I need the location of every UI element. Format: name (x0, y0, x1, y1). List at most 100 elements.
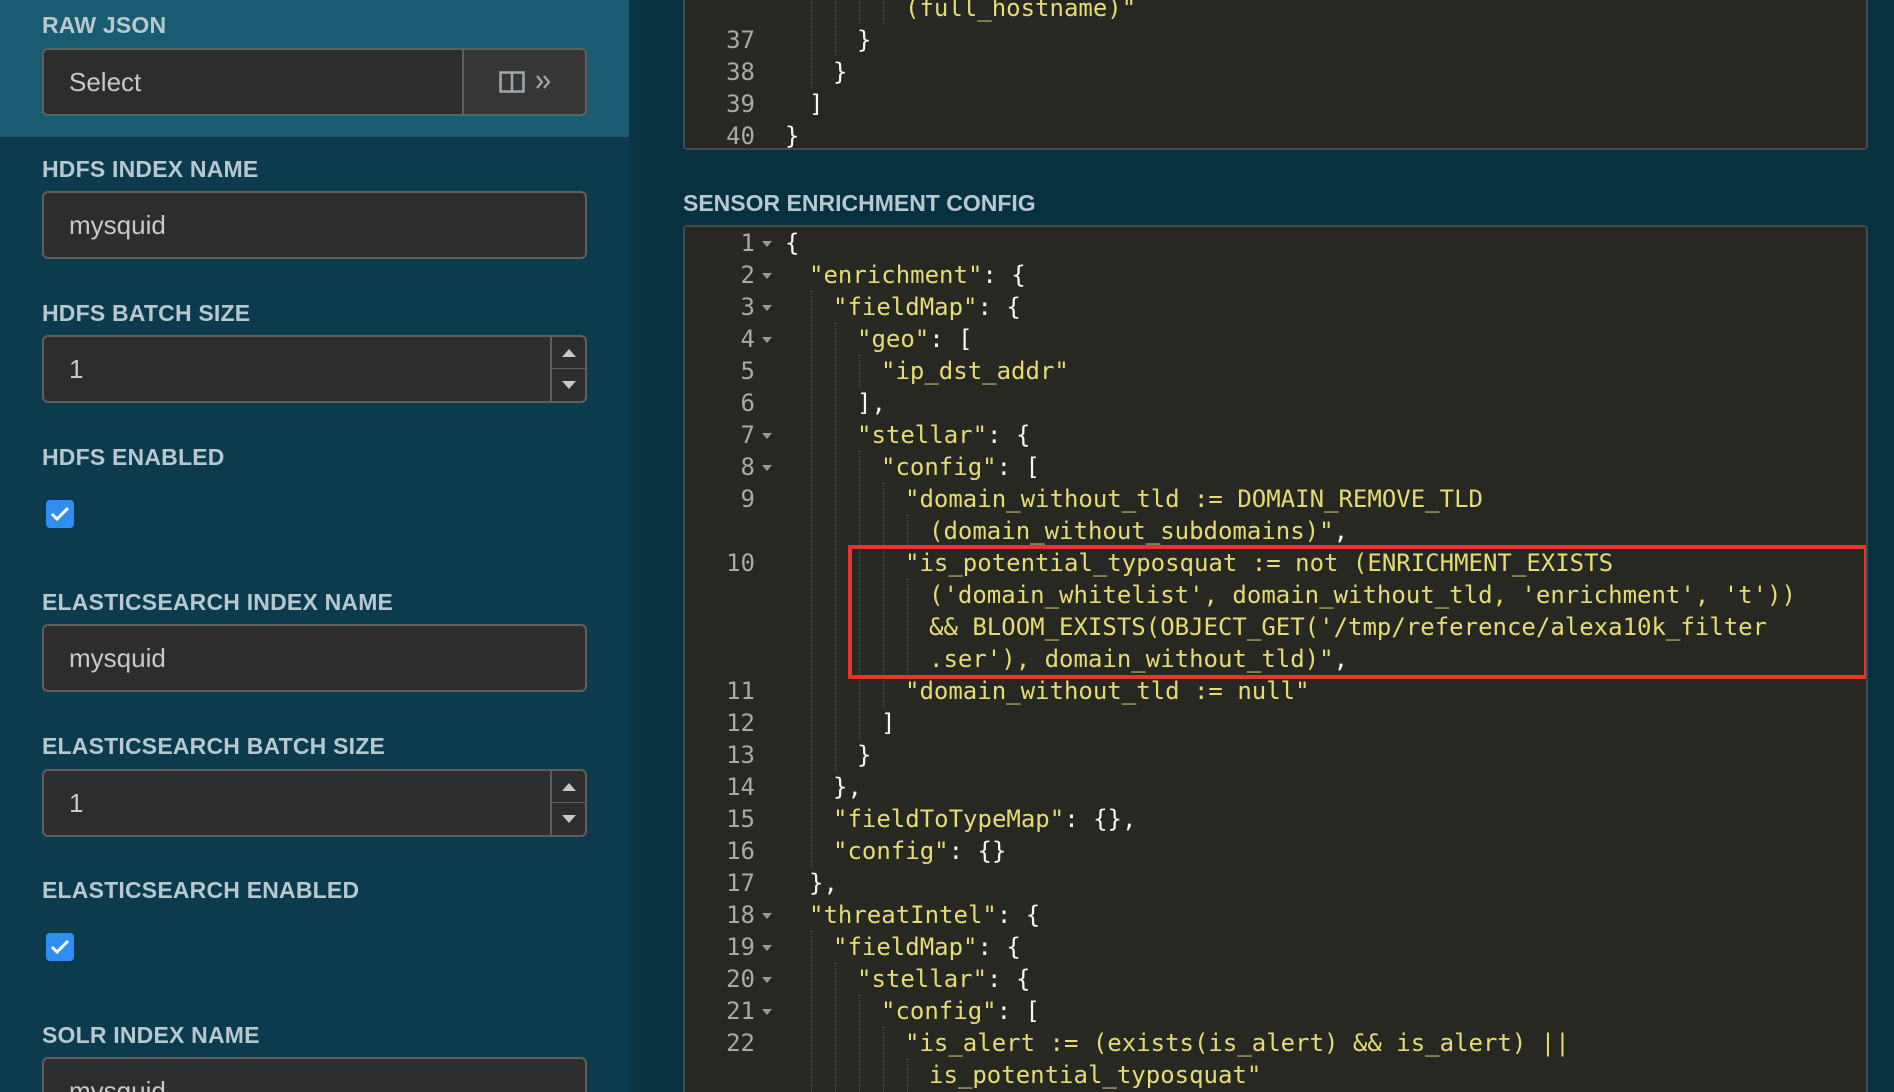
line-number: 1 (740, 229, 755, 257)
checkmark-icon (50, 939, 70, 955)
code-string: && BLOOM_EXISTS(OBJECT_GET('/tmp/referen… (929, 613, 1768, 641)
line-number: 19 (726, 933, 755, 961)
indent-guide (859, 995, 860, 1091)
line-number: 16 (726, 837, 755, 865)
code-string: "fieldMap" (833, 293, 978, 321)
sidebar-panel: RAW JSON Select HDFS INDEX NAME mysquid … (0, 0, 629, 1092)
code-punct: : [ (996, 453, 1040, 481)
indent-guide (883, 483, 884, 707)
code-punct: : [ (929, 325, 973, 353)
raw-json-select-value: Select (69, 67, 142, 97)
hdfs-batch-size-stepper[interactable] (550, 337, 585, 401)
code-line: { (785, 227, 799, 259)
code-punct: }, (833, 773, 862, 801)
line-number: 10 (726, 549, 755, 577)
code-string: .ser'), domain_without_tld)" (929, 645, 1334, 673)
code-string: "ip_dst_addr" (881, 357, 1069, 385)
code-line: } (833, 56, 847, 88)
fold-toggle-icon[interactable] (762, 945, 772, 951)
hdfs-batch-size-value: 1 (69, 354, 84, 384)
code-line: (full_hostname)" (905, 0, 1136, 24)
hdfs-index-name-input[interactable]: mysquid (42, 191, 587, 259)
code-punct: : { (987, 965, 1031, 993)
code-line: "is_potential_typosquat := not (ENRICHME… (905, 547, 1613, 579)
code-line: } (785, 120, 799, 148)
fold-toggle-icon[interactable] (762, 465, 772, 471)
fold-toggle-icon[interactable] (762, 913, 772, 919)
code-punct: : { (977, 933, 1021, 961)
code-line: "stellar": { (857, 419, 1030, 451)
line-number: 20 (726, 965, 755, 993)
indent-guide (811, 291, 812, 867)
solr-index-name-input[interactable]: mysquid (42, 1057, 587, 1092)
code-string: "is_alert := (exists(is_alert) && is_ale… (905, 1029, 1570, 1057)
hdfs-batch-size-label: HDFS BATCH SIZE (42, 300, 251, 326)
line-number: 12 (726, 709, 755, 737)
line-number: 8 (740, 453, 755, 481)
line-number: 15 (726, 805, 755, 833)
hdfs-enabled-checkbox[interactable] (46, 500, 74, 528)
sensor-enrichment-config-editor[interactable]: 1 2 3 4 5 6 7 8 9 10 11 12 13 14 15 16 17 18 19 20 21 22 {"en… (683, 225, 1868, 1092)
raw-json-select[interactable]: Select (42, 48, 587, 116)
code-line: && BLOOM_EXISTS(OBJECT_GET('/tmp/referen… (929, 611, 1767, 643)
raw-json-label: RAW JSON (42, 12, 167, 38)
es-batch-size-value: 1 (69, 788, 84, 818)
es-index-name-input[interactable]: mysquid (42, 624, 587, 692)
es-batch-size-input[interactable]: 1 (42, 769, 587, 837)
code-string: "threatIntel" (809, 901, 997, 929)
raw-json-editor[interactable]: 37 38 39 40 (full_hostname)"}}]} (683, 0, 1868, 150)
code-string: "domain_without_tld := DOMAIN_REMOVE_TLD (905, 485, 1483, 513)
indent-guide (859, 451, 860, 739)
fold-toggle-icon[interactable] (762, 305, 772, 311)
fold-toggle-icon[interactable] (762, 433, 772, 439)
code-punct: : {}, (1064, 805, 1137, 833)
es-batch-size-stepper[interactable] (550, 771, 585, 835)
decrement-button[interactable] (552, 803, 585, 834)
code-punct: : { (996, 901, 1041, 929)
indent-guide (907, 515, 908, 547)
code-punct: } (857, 741, 872, 769)
line-number: 21 (726, 997, 755, 1025)
fold-toggle-icon[interactable] (762, 337, 772, 343)
hdfs-batch-size-input[interactable]: 1 (42, 335, 587, 403)
code-line: "stellar": { (857, 963, 1030, 995)
code-string: (domain_without_subdomains)" (929, 517, 1334, 545)
code-punct: : { (977, 293, 1021, 321)
fold-toggle-icon[interactable] (762, 241, 772, 247)
solr-index-name-value: mysquid (69, 1076, 166, 1092)
increment-button[interactable] (552, 771, 585, 803)
code-punct: , (1333, 645, 1349, 673)
decrement-button[interactable] (552, 369, 585, 400)
code-line: } (857, 24, 871, 56)
code-punct: : { (982, 261, 1026, 289)
code-string: "config" (833, 837, 949, 865)
indent-guide (883, 0, 884, 24)
code-line: }, (833, 771, 862, 803)
code-line: "config": [ (881, 995, 1040, 1027)
code-string: "is_potential_typosquat := not (ENRICHME… (905, 549, 1614, 577)
indent-guide (811, 931, 812, 1091)
code-line: "fieldMap": { (833, 291, 1021, 323)
line-number: 39 (726, 90, 755, 118)
es-enabled-label: ELASTICSEARCH ENABLED (42, 877, 360, 903)
code-line: "ip_dst_addr" (881, 355, 1069, 387)
fold-toggle-icon[interactable] (762, 1009, 772, 1015)
line-number: 13 (726, 741, 755, 769)
code-punct: ] (881, 709, 896, 737)
code-line: "threatIntel": { (809, 899, 1040, 931)
expand-editor-button[interactable] (462, 50, 585, 114)
code-string: "stellar" (857, 965, 988, 993)
code-line: is_potential_typosquat" (929, 1059, 1261, 1091)
code-string: "config" (881, 997, 997, 1025)
fold-toggle-icon[interactable] (762, 273, 772, 279)
code-punct: : { (987, 421, 1031, 449)
increment-button[interactable] (552, 337, 585, 369)
sensor-enrichment-config-label: SENSOR ENRICHMENT CONFIG (683, 190, 1036, 216)
code-punct: ], (857, 389, 886, 417)
code-line: "enrichment": { (809, 259, 1026, 291)
line-number: 4 (740, 325, 755, 353)
es-enabled-checkbox[interactable] (46, 933, 74, 961)
code-text: } (833, 58, 848, 86)
fold-toggle-icon[interactable] (762, 977, 772, 983)
es-batch-size-label: ELASTICSEARCH BATCH SIZE (42, 733, 385, 759)
